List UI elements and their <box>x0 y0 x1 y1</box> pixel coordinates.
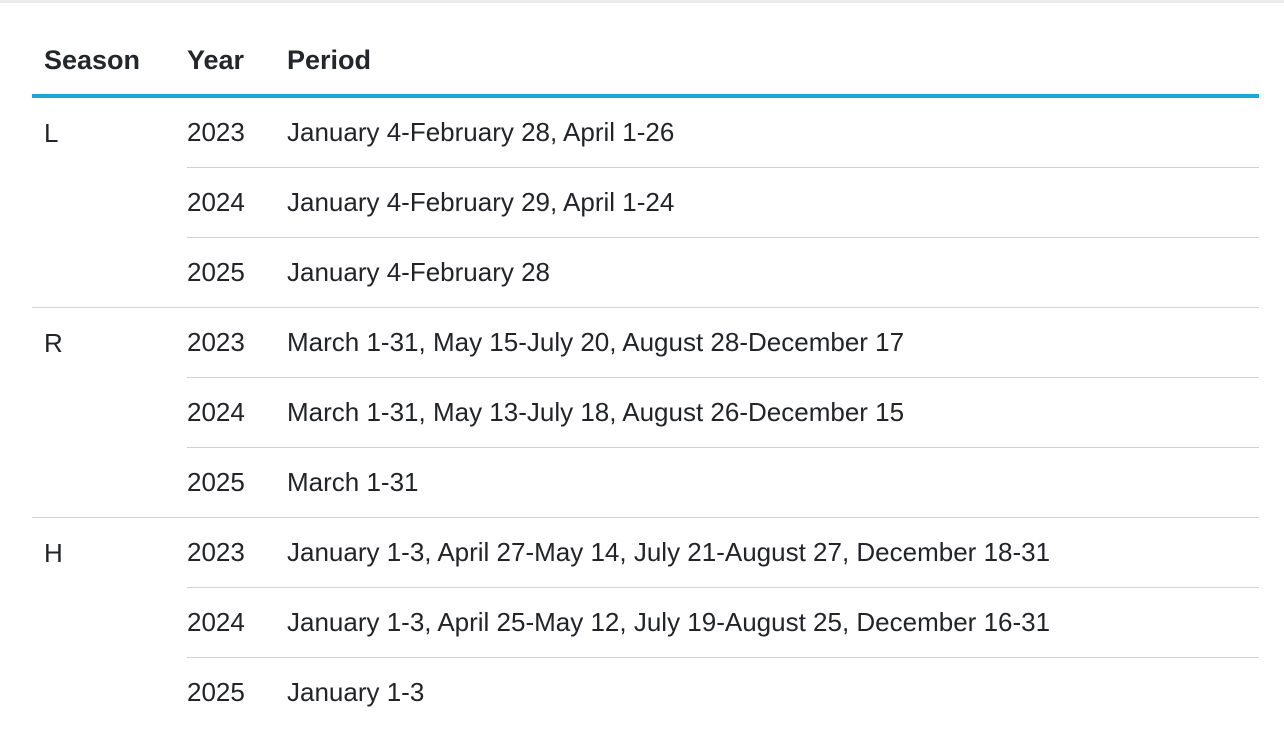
season-cell: L <box>32 96 187 308</box>
table-row: R 2023 March 1-31, May 15-July 20, Augus… <box>32 307 1259 518</box>
year-cell: 2024 <box>187 587 287 658</box>
table-row: 2024 January 1-3, April 25-May 12, July … <box>32 587 1259 658</box>
period-cell: January 1-3, April 25-May 12, July 19-Au… <box>287 587 1259 658</box>
header-period: Period <box>287 44 372 75</box>
year-cell: 2025 <box>187 237 287 308</box>
table-row: 2025 January 1-3 <box>32 658 1259 728</box>
year-cell: 2023 <box>187 307 287 378</box>
period-cell: January 4-February 28 <box>287 237 1259 308</box>
year-cell: 2023 <box>187 517 287 588</box>
period-cell: January 1-3 <box>287 677 425 707</box>
table-row: 2024 March 1-31, May 13-July 18, August … <box>32 377 1259 448</box>
period-cell: January 4-February 28, April 1-26 <box>287 96 1259 168</box>
period-cell: January 1-3, April 27-May 14, July 21-Au… <box>287 517 1259 588</box>
table-row: L 2023 January 4-February 28, April 1-26 <box>32 96 1259 308</box>
season-period-table: Season Year Period L 2023 January 4-Febr… <box>32 26 1259 727</box>
table-row: H 2023 January 1-3, April 27-May 14, Jul… <box>32 517 1259 588</box>
table-row: 2025 March 1-31 <box>32 447 1259 518</box>
table-header-row: Season Year Period <box>32 26 1259 96</box>
top-divider <box>0 0 1284 3</box>
table-row: 2024 January 4-February 29, April 1-24 <box>32 167 1259 238</box>
year-cell: 2023 <box>187 96 287 168</box>
year-cell: 2024 <box>187 167 287 238</box>
period-cell: January 4-February 29, April 1-24 <box>287 167 1259 238</box>
table-row: 2025 January 4-February 28 <box>32 237 1259 308</box>
period-cell: March 1-31, May 13-July 18, August 26-De… <box>287 377 1259 448</box>
period-cell: March 1-31 <box>287 447 1259 518</box>
season-cell: H <box>44 538 63 568</box>
header-year: Year <box>187 44 245 75</box>
period-cell: March 1-31, May 15-July 20, August 28-De… <box>287 307 1259 378</box>
year-cell: 2025 <box>187 677 245 707</box>
year-cell: 2025 <box>187 447 287 518</box>
header-season: Season <box>44 44 141 75</box>
year-cell: 2024 <box>187 377 287 448</box>
season-cell: R <box>32 307 187 518</box>
